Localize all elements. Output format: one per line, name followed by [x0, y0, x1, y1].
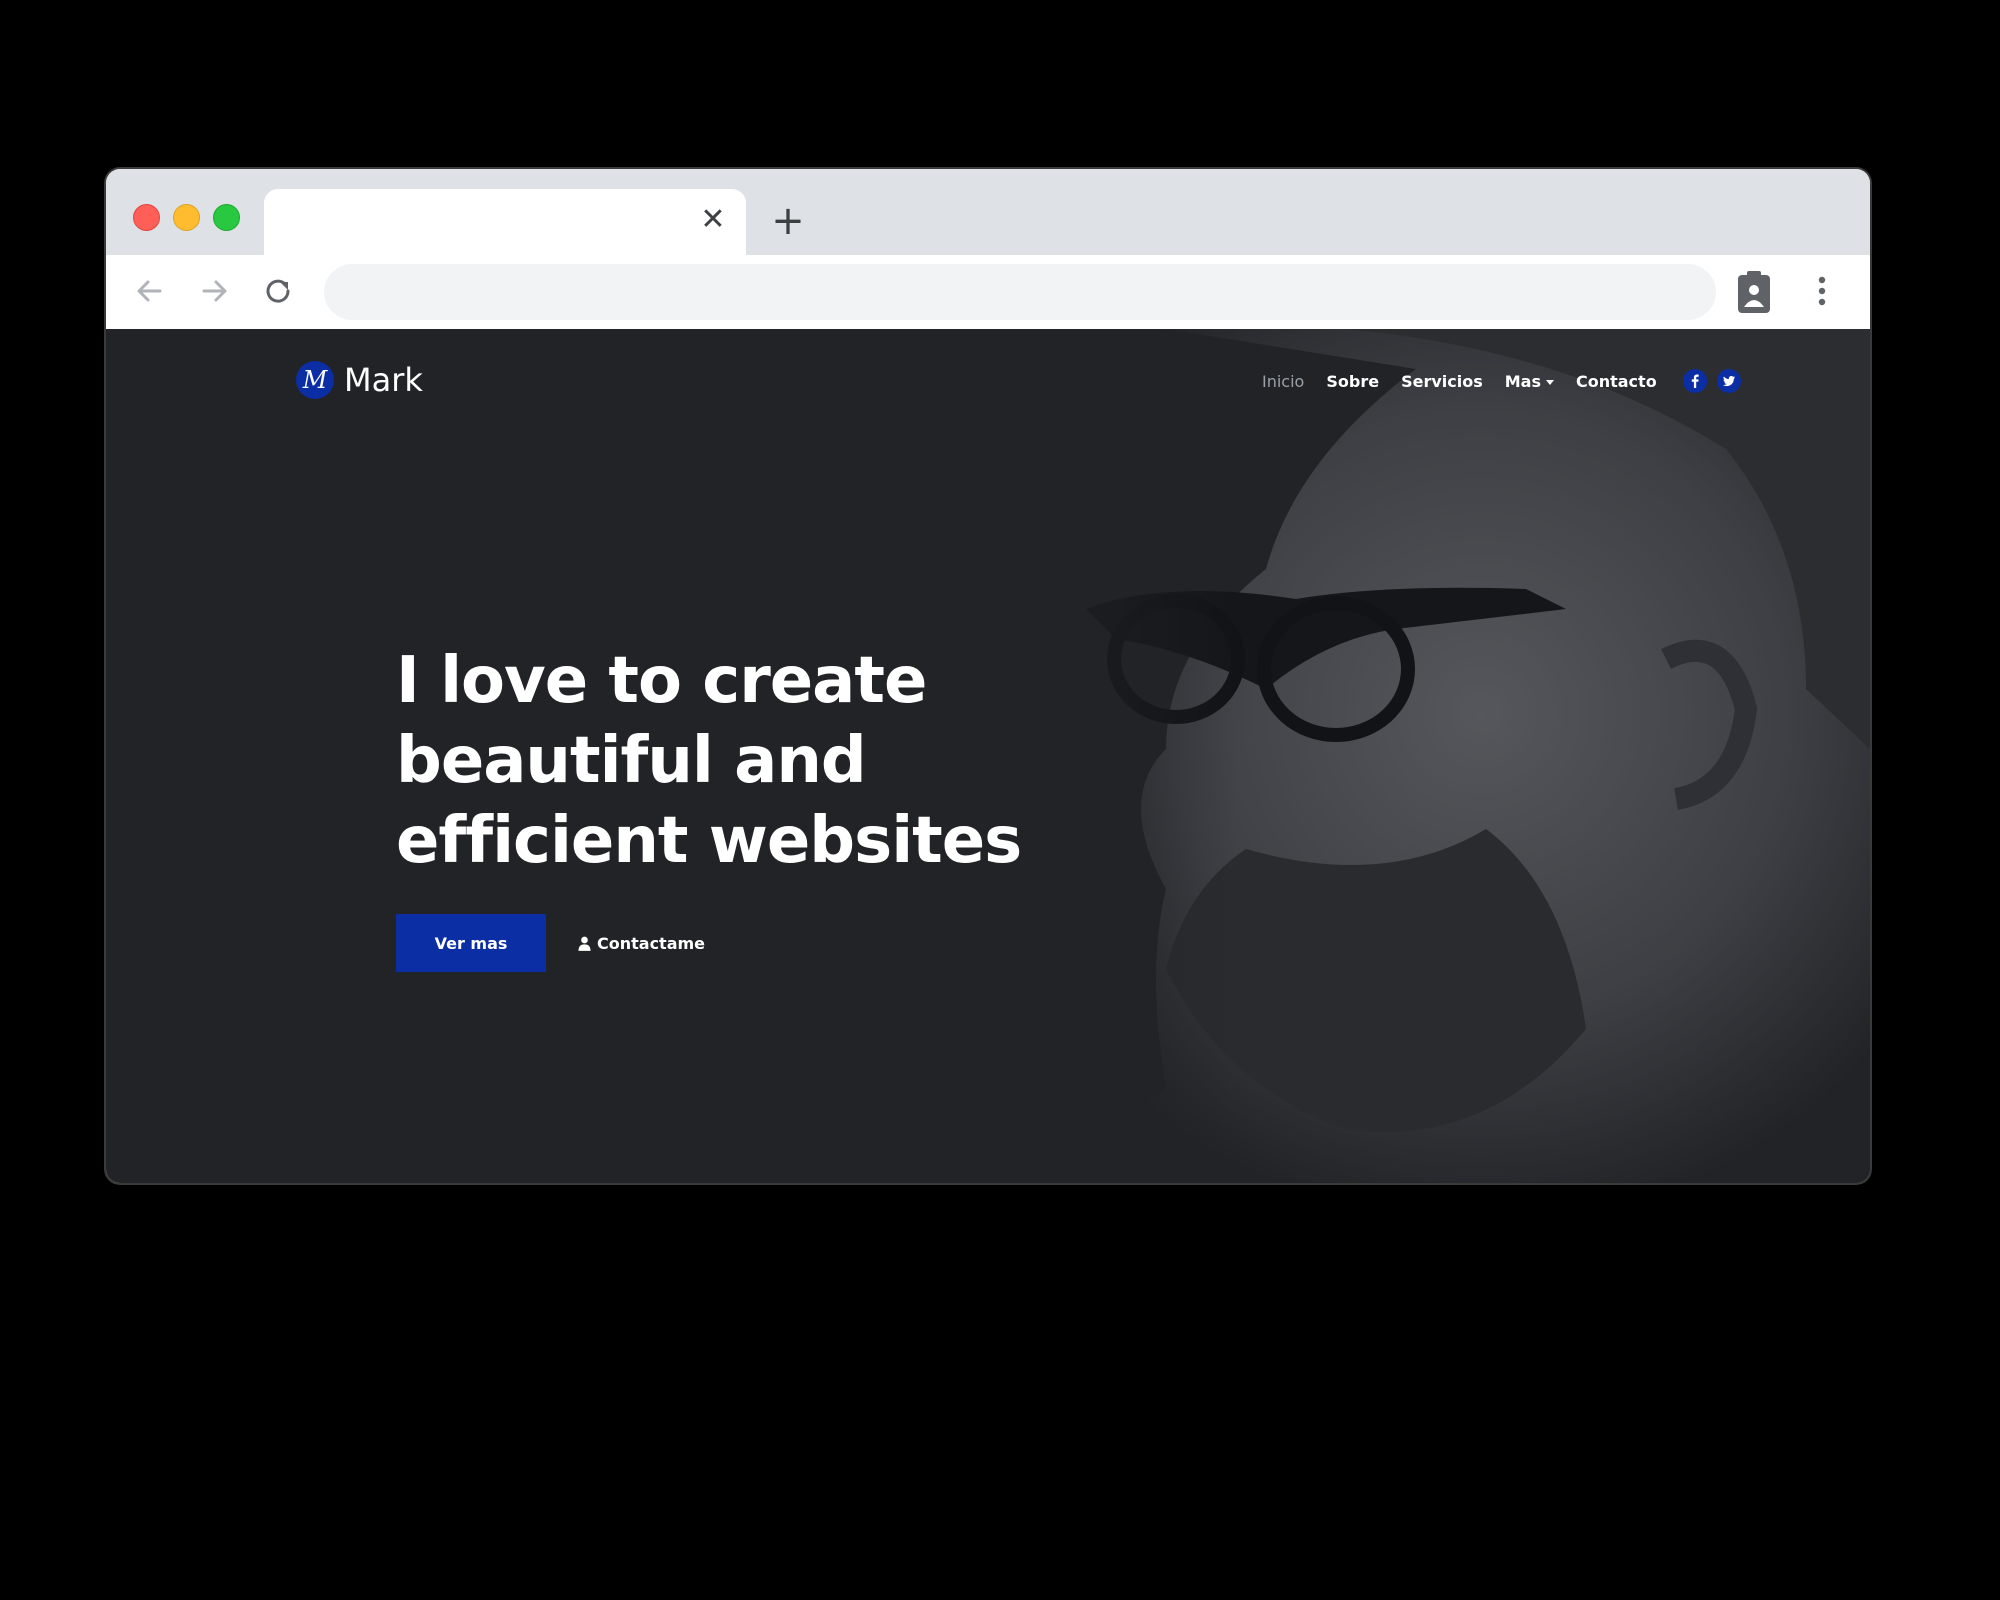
nav-item-inicio[interactable]: Inicio [1262, 372, 1304, 391]
brand-name: Mark [344, 361, 423, 399]
more-menu-icon[interactable] [1812, 271, 1832, 311]
social-links [1682, 369, 1741, 393]
hero-title-line-2: beautiful and [396, 724, 867, 798]
brand-logo: M [296, 361, 334, 399]
reload-icon [266, 279, 290, 303]
address-bar[interactable] [324, 264, 1716, 320]
browser-tab[interactable]: ✕ [264, 189, 746, 259]
nav-item-servicios[interactable]: Servicios [1401, 372, 1483, 391]
caret-down-icon [1545, 379, 1554, 385]
back-arrow-icon [137, 280, 162, 302]
forward-arrow-icon [202, 280, 227, 302]
contactame-label: Contactame [597, 933, 706, 953]
hero-title-line-1: I love to create [396, 644, 927, 718]
maximize-window-button[interactable] [213, 204, 240, 231]
nav-item-mas[interactable]: Mas [1505, 372, 1554, 391]
nav-item-sobre[interactable]: Sobre [1326, 372, 1379, 391]
contactame-button[interactable]: Contactame [578, 914, 705, 972]
close-window-button[interactable] [133, 204, 160, 231]
tab-strip: ✕ + [106, 169, 1870, 259]
web-page: M Mark Inicio Sobre Servicios Mas Contac… [106, 329, 1870, 1183]
reload-button[interactable] [258, 271, 298, 311]
new-tab-button[interactable]: + [770, 201, 806, 241]
forward-button[interactable] [194, 271, 234, 311]
hero-portrait-image [966, 329, 1870, 1183]
browser-toolbar [106, 255, 1870, 329]
hero-title-line-3: efficient websites [396, 804, 1022, 878]
tab-close-icon[interactable]: ✕ [698, 205, 728, 235]
hero-title: I love to create beautiful and efficient… [396, 641, 1096, 881]
clipboard-user-icon[interactable] [1734, 269, 1774, 315]
browser-window: ✕ + M Mark Inicio Sobre Servicios Mas Co… [106, 169, 1870, 1183]
back-button[interactable] [130, 271, 170, 311]
ver-mas-button[interactable]: Ver mas [396, 914, 546, 972]
user-icon [578, 936, 591, 951]
nav-item-contacto[interactable]: Contacto [1576, 372, 1657, 391]
main-nav: Inicio Sobre Servicios Mas Contacto [1262, 369, 1741, 393]
brand[interactable]: M Mark [296, 361, 423, 399]
minimize-window-button[interactable] [173, 204, 200, 231]
nav-item-mas-label: Mas [1504, 371, 1541, 391]
facebook-icon[interactable] [1682, 369, 1707, 393]
twitter-icon[interactable] [1716, 369, 1741, 393]
